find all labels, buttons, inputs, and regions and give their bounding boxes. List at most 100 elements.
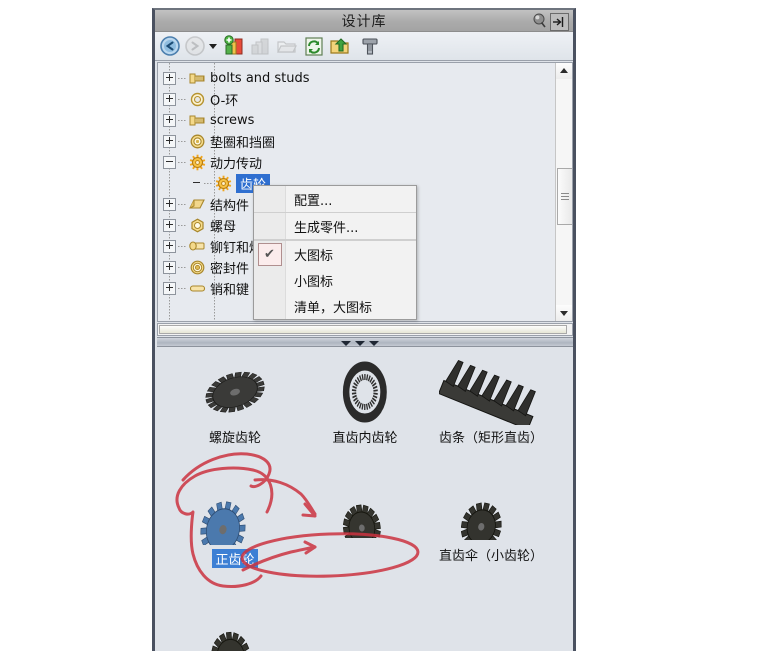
- expand-plus-icon[interactable]: [163, 282, 176, 295]
- menu-item-gutter: ✔: [254, 241, 286, 267]
- tree-vertical-scrollbar[interactable]: [555, 63, 572, 321]
- menu-item-gutter: [254, 213, 286, 239]
- gallery-item[interactable]: 齿条（矩形直齿）: [429, 357, 553, 446]
- scroll-down-arrow-icon[interactable]: [556, 305, 572, 321]
- gallery-item[interactable]: [173, 603, 297, 651]
- menu-item-3[interactable]: 小图标: [254, 267, 416, 293]
- open-folder-icon: [275, 35, 299, 58]
- library-icon: [249, 35, 273, 58]
- expand-plus-icon[interactable]: [163, 198, 176, 211]
- design-library-panel: 设计库 bolts and studs O-环 screws 垫圈和挡圈 动力传…: [152, 8, 576, 651]
- gallery-item-label: 正齿轮: [212, 549, 258, 568]
- checkmark-icon: ✔: [257, 242, 282, 266]
- bolt-icon: [188, 70, 207, 87]
- gallery-item-label: 齿条（矩形直齿）: [438, 431, 543, 446]
- pane-splitter[interactable]: [157, 337, 573, 347]
- rivet-icon: [188, 238, 207, 255]
- back-arrow-icon[interactable]: [159, 35, 183, 58]
- spur-gear-thumb: [173, 475, 297, 545]
- pin-key-icon: [188, 280, 207, 297]
- menu-item-1[interactable]: 生成零件...: [254, 213, 416, 239]
- menu-item-label: 生成零件...: [294, 220, 359, 236]
- expand-plus-icon[interactable]: [163, 114, 176, 127]
- rack-thumb: [429, 357, 553, 427]
- tree-node-label: O-环: [210, 94, 239, 109]
- bevel-pinion-thumb: [429, 475, 553, 545]
- tree-node-9[interactable]: 密封件: [163, 257, 249, 278]
- menu-item-label: 配置...: [294, 193, 333, 209]
- gallery-item-label-wrap: 直齿内齿轮: [303, 427, 427, 446]
- tree-connector: [178, 78, 187, 79]
- tree-connector: [178, 141, 187, 142]
- refresh-icon[interactable]: [302, 35, 326, 58]
- tree-node-10[interactable]: 销和键: [163, 278, 249, 299]
- menu-item-4[interactable]: 清单，大图标: [254, 293, 416, 319]
- menu-item-0[interactable]: 配置...: [254, 186, 416, 212]
- gallery-item-label: 螺旋齿轮: [208, 431, 261, 446]
- bolt-icon[interactable]: [358, 35, 382, 58]
- pin-icon[interactable]: [531, 13, 548, 29]
- tree-node-1[interactable]: O-环: [163, 89, 238, 110]
- tree-node-0[interactable]: bolts and studs: [163, 68, 310, 89]
- tree-node-label: bolts and studs: [210, 71, 310, 86]
- gallery-item[interactable]: 螺旋齿轮: [173, 357, 297, 446]
- tree-connector: [178, 99, 187, 100]
- expand-plus-icon[interactable]: [163, 135, 176, 148]
- gallery-item-label-wrap: 齿条（矩形直齿）: [429, 427, 553, 446]
- collapse-minus-icon[interactable]: [163, 156, 176, 169]
- gear-icon: [188, 154, 207, 171]
- forward-arrow-icon: [184, 35, 208, 58]
- tree-connector: [178, 288, 187, 289]
- gallery-item[interactable]: 直齿内齿轮: [303, 357, 427, 446]
- export-folder-icon[interactable]: [328, 35, 352, 58]
- gear-icon: [214, 175, 233, 192]
- tree-node-4[interactable]: 动力传动: [163, 152, 262, 173]
- tree-node-7[interactable]: 螺母: [163, 215, 236, 236]
- scrollbar-thumb[interactable]: [557, 168, 572, 225]
- tree-node-label: 结构件: [210, 199, 250, 214]
- helical-gear-thumb: [173, 357, 297, 427]
- scroll-up-arrow-icon[interactable]: [556, 63, 572, 79]
- gallery-item[interactable]: 正齿轮: [173, 475, 297, 568]
- washer-icon: [188, 133, 207, 150]
- tree-node-3[interactable]: 垫圈和挡圈: [163, 131, 275, 152]
- gallery-item[interactable]: [303, 475, 427, 545]
- bevel-gear-thumb: [303, 475, 427, 545]
- screw-icon: [188, 112, 207, 129]
- gallery-item[interactable]: 直齿伞（小齿轮）: [429, 475, 553, 564]
- expand-plus-icon[interactable]: [163, 240, 176, 253]
- splitter-triangles-icon: [341, 341, 351, 346]
- library-toolbar: [155, 32, 573, 61]
- expand-plus-icon[interactable]: [163, 261, 176, 274]
- menu-item-2[interactable]: ✔ 大图标: [254, 241, 416, 267]
- expand-plus-icon[interactable]: [163, 219, 176, 232]
- chevron-down-icon[interactable]: [207, 35, 219, 58]
- tree-horizontal-scrollbar[interactable]: [157, 323, 573, 336]
- tree-connector: [178, 225, 187, 226]
- gallery-item-label: 直齿内齿轮: [332, 431, 398, 446]
- context-menu[interactable]: 配置... 生成零件... ✔ 大图标小图标清单，大图标: [253, 185, 417, 320]
- splitter-triangles-icon: [369, 341, 379, 346]
- expand-plus-icon[interactable]: [163, 93, 176, 106]
- tree-node-2[interactable]: screws: [163, 110, 254, 131]
- tree-node-label: 螺母: [210, 220, 237, 235]
- collapse-panel-icon[interactable]: [550, 13, 569, 31]
- worm-gear-thumb: [173, 603, 297, 651]
- internal-gear-thumb: [303, 357, 427, 427]
- hscrollbar-thumb[interactable]: [159, 325, 567, 334]
- tree-connector: [178, 267, 187, 268]
- page-title: 设计库: [341, 14, 387, 30]
- gallery-item-label-wrap: 直齿伞（小齿轮）: [429, 545, 553, 564]
- menu-item-label: 清单，大图标: [294, 300, 373, 316]
- menu-item-gutter: [254, 293, 286, 319]
- library-item-gallery[interactable]: 螺旋齿轮 直齿内齿轮 齿条（矩形直齿） 正齿轮 直齿伞（小齿轮）: [157, 347, 573, 651]
- tree-node-label: 密封件: [210, 262, 250, 277]
- tree-node-6[interactable]: 结构件: [163, 194, 249, 215]
- oring-icon: [188, 91, 207, 108]
- add-library-icon[interactable]: [223, 35, 247, 58]
- check-glyph: ✔: [264, 246, 275, 262]
- tree-node-label: screws: [210, 113, 255, 128]
- tree-node-label: 销和键: [210, 283, 250, 298]
- expand-plus-icon[interactable]: [163, 72, 176, 85]
- menu-item-label: 小图标: [294, 274, 334, 290]
